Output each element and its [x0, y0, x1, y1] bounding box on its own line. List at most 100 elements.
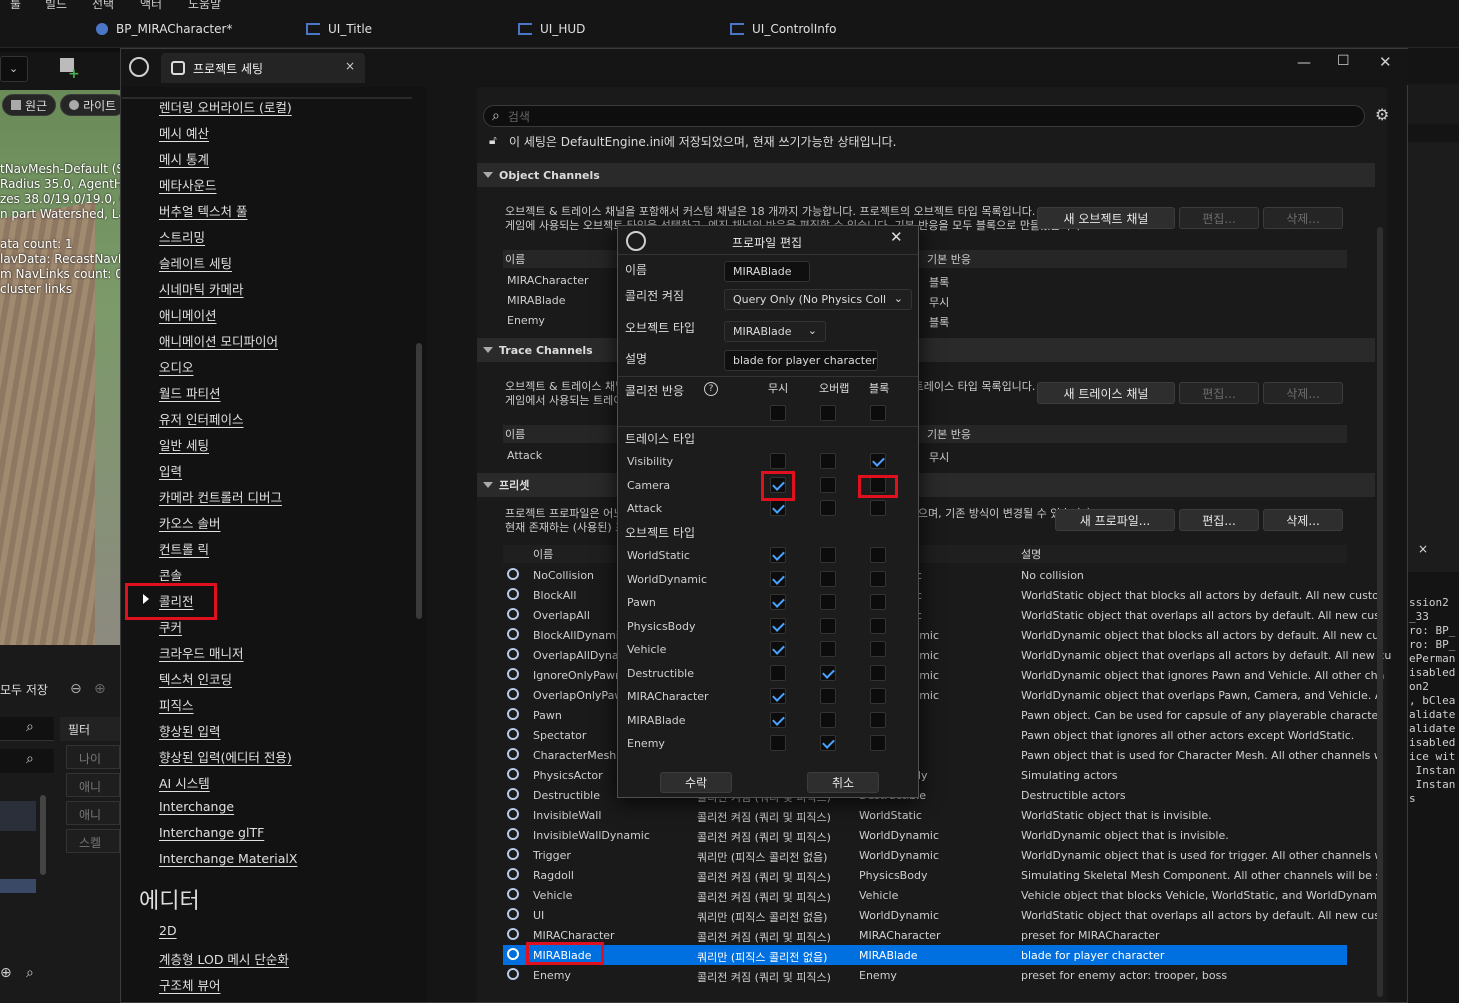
new-profile-button[interactable]: 새 프로파일... [1055, 509, 1175, 531]
forward-arrow-icon[interactable]: ⊕ [94, 681, 106, 697]
overlap-checkbox[interactable] [820, 641, 836, 657]
edit-object-channel-button[interactable]: 편집... [1179, 207, 1259, 229]
nav-item[interactable]: 월드 파티션 [159, 383, 220, 402]
help-icon[interactable]: ? [704, 382, 718, 396]
ignore-checkbox[interactable] [770, 664, 786, 681]
nav-item[interactable]: 메시 예산 [159, 123, 209, 142]
nav-item[interactable]: 컨트롤 릭 [159, 539, 209, 558]
ignore-checkbox[interactable] [770, 617, 786, 634]
overlap-checkbox[interactable] [820, 453, 836, 469]
filter-chip[interactable]: 애니메 [66, 801, 120, 825]
delete-object-channel-button[interactable]: 삭제... [1263, 207, 1343, 229]
collision-enabled-dropdown[interactable]: Query Only (No Physics Coll ⌄ [724, 289, 912, 310]
filter-chip[interactable]: 나이아 [66, 745, 120, 769]
ignore-checkbox[interactable] [770, 735, 786, 751]
block-checkbox[interactable] [870, 500, 886, 516]
ignore-checkbox[interactable] [770, 500, 786, 516]
profile-name-field[interactable]: MIRABlade [724, 261, 810, 282]
edit-profile-button[interactable]: 편집... [1179, 509, 1259, 531]
folder-selection[interactable] [0, 879, 36, 893]
presets-header[interactable]: 프리셋 [477, 473, 1375, 497]
nav-item[interactable]: AI 시스템 [159, 773, 210, 792]
all-block-checkbox[interactable] [870, 405, 886, 421]
overlap-checkbox[interactable] [820, 570, 836, 587]
object-channels-header[interactable]: Object Channels [477, 163, 1375, 187]
new-trace-channel-button[interactable]: 새 트레이스 채널 [1037, 382, 1175, 404]
overlap-checkbox[interactable] [820, 664, 836, 681]
block-checkbox[interactable] [870, 570, 886, 587]
nav-item[interactable]: 콘솔 [159, 565, 182, 584]
folder-selection[interactable] [0, 801, 36, 831]
table-row[interactable]: Trigger 쿼리만 (피직스 콜리전 없음) WorldDynamic World… [503, 845, 1383, 865]
close-tab-icon[interactable]: × [345, 59, 355, 73]
doc-tab-bp-character[interactable]: BP_MIRACharacter* [96, 22, 232, 36]
table-row[interactable]: MIRABlade 쿼리만 (피직스 콜리전 없음) MIRABlade blade … [503, 945, 1347, 965]
trace-channels-header[interactable]: Trace Channels [477, 338, 1375, 362]
overlap-checkbox[interactable] [820, 476, 836, 493]
menu-tools[interactable]: 툴 [10, 0, 21, 12]
nav-item[interactable]: 스트리밍 [159, 227, 205, 246]
table-row[interactable]: InvisibleWall 콜리전 켜짐 (쿼리 및 피직스) WorldStati… [503, 805, 1347, 825]
all-overlap-checkbox[interactable] [820, 405, 836, 421]
nav-item[interactable]: Interchange MaterialX [159, 851, 297, 866]
table-row[interactable]: InvisibleWallDynamic 콜리전 켜짐 (쿼리 및 피직스) Wor… [503, 825, 1347, 845]
table-row[interactable]: UI 쿼리만 (피직스 콜리전 없음) WorldDynamic WorldStati… [503, 905, 1380, 925]
nav-item[interactable]: 크라우드 매니저 [159, 643, 243, 662]
all-ignore-checkbox[interactable] [770, 405, 786, 421]
doc-tab-ui-controlinfo[interactable]: UI_ControlInfo [730, 22, 836, 36]
cancel-button[interactable]: 취소 [807, 772, 879, 793]
ignore-checkbox[interactable] [770, 711, 786, 728]
overlap-checkbox[interactable] [820, 617, 836, 634]
filter-button[interactable]: 필터 [60, 717, 120, 741]
nav-item[interactable]: 슬레이트 세팅 [159, 253, 232, 272]
object-type-dropdown[interactable]: MIRABlade ⌄ [724, 321, 826, 342]
block-checkbox[interactable] [870, 617, 886, 634]
tab-project-settings[interactable]: 프로젝트 세팅 × [161, 53, 365, 83]
table-row[interactable]: Enemy 콜리전 켜짐 (쿼리 및 피직스) Enemy preset for en… [503, 965, 1347, 985]
menu-select[interactable]: 선택 [92, 0, 114, 12]
close-window-button[interactable]: ✕ [1379, 53, 1392, 71]
delete-trace-channel-button[interactable]: 삭제... [1263, 382, 1343, 404]
perspective-button[interactable]: 원근 [2, 94, 57, 116]
mode-dropdown[interactable]: ⌄ [0, 56, 28, 82]
nav-item[interactable]: 메타사운드 [159, 175, 217, 194]
nav-item[interactable]: 카오스 솔버 [159, 513, 220, 532]
nav-item[interactable]: 버추얼 텍스처 풀 [159, 201, 247, 220]
menu-actor[interactable]: 액터 [140, 0, 162, 12]
nav-item[interactable]: 입력 [159, 461, 182, 480]
asset-search[interactable]: ⌕ [0, 749, 54, 773]
ignore-checkbox[interactable] [770, 688, 786, 704]
delete-profile-button[interactable]: 삭제... [1263, 509, 1343, 531]
overlap-checkbox[interactable] [820, 688, 836, 704]
nav-item[interactable]: 구조체 뷰어 [159, 975, 220, 994]
overlap-checkbox[interactable] [820, 594, 836, 610]
nav-item[interactable]: 일반 세팅 [159, 435, 209, 454]
nav-item[interactable]: 오디오 [159, 357, 194, 376]
overlap-checkbox[interactable] [820, 711, 836, 728]
gear-icon[interactable]: ⚙ [1375, 105, 1389, 124]
edit-trace-channel-button[interactable]: 편집... [1179, 382, 1259, 404]
nav-item[interactable]: 시네마틱 카메라 [159, 279, 243, 298]
table-row[interactable]: MIRACharacter 콜리전 켜짐 (쿼리 및 피직스) MIRACharac… [503, 925, 1347, 945]
nav-item[interactable]: 향상된 입력 [159, 721, 220, 740]
nav-item[interactable]: 애니메이션 모디파이어 [159, 331, 278, 350]
table-row[interactable]: Ragdoll 콜리전 켜짐 (쿼리 및 피직스) PhysicsBody Simul… [503, 865, 1381, 885]
close-dialog-button[interactable]: ✕ [890, 228, 903, 246]
add-actor-button[interactable]: + [60, 58, 100, 82]
nav-item[interactable]: 카메라 컨트롤러 디버그 [159, 487, 282, 506]
block-checkbox[interactable] [870, 664, 886, 681]
nav-item[interactable]: 유저 인터페이스 [159, 409, 243, 428]
table-row[interactable]: Vehicle 콜리전 켜짐 (쿼리 및 피직스) Vehicle Vehicle o… [503, 885, 1380, 905]
ignore-checkbox[interactable] [770, 594, 786, 610]
overlap-checkbox[interactable] [820, 735, 836, 751]
save-all-button[interactable]: 모두 저장 [0, 681, 48, 698]
lit-button[interactable]: 라이트 [60, 94, 120, 116]
block-checkbox[interactable] [870, 453, 886, 469]
nav-item[interactable]: 향상된 입력(에디터 전용) [159, 747, 292, 766]
block-checkbox[interactable] [870, 547, 886, 563]
nav-item[interactable]: 텍스처 인코딩 [159, 669, 232, 688]
new-object-channel-button[interactable]: 새 오브젝트 채널 [1037, 207, 1175, 229]
block-checkbox[interactable] [870, 641, 886, 657]
ignore-checkbox[interactable] [770, 547, 786, 563]
back-arrow-icon[interactable]: ⊖ [70, 681, 82, 697]
